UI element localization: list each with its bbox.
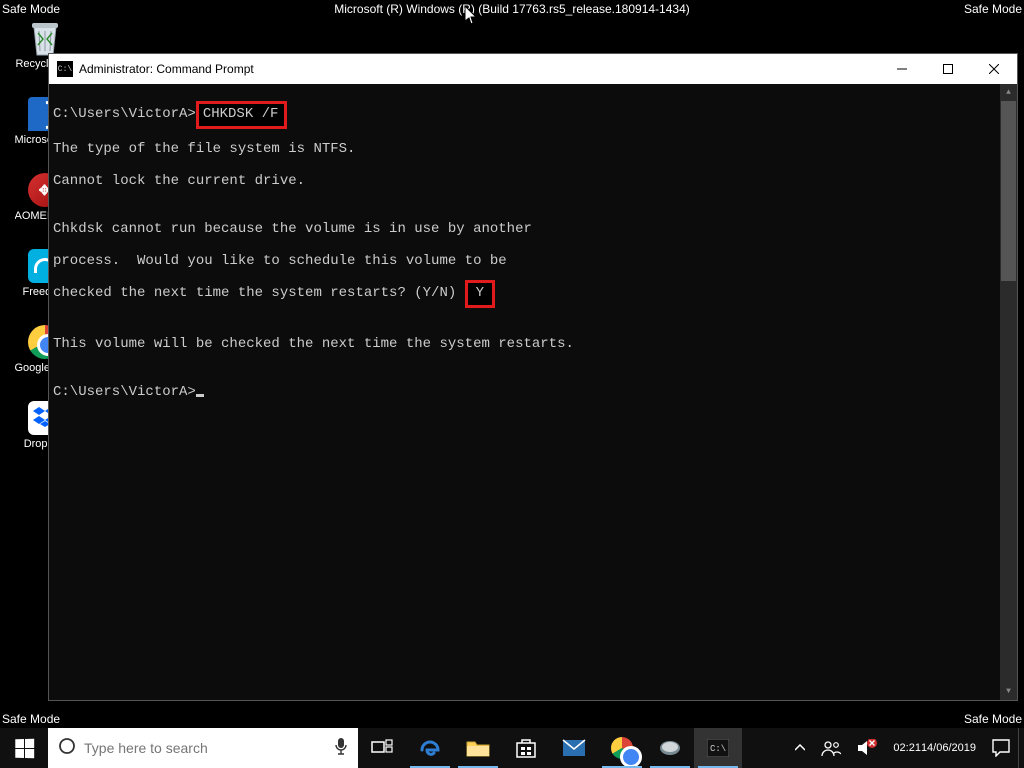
y-answer-highlight: Y: [465, 280, 495, 308]
store-icon: [515, 737, 537, 759]
taskbar-app-snip[interactable]: [646, 728, 694, 768]
tray-date: 14/06/2019: [921, 742, 976, 755]
task-view-button[interactable]: [358, 728, 406, 768]
show-desktop-button[interactable]: [1018, 728, 1024, 768]
start-button[interactable]: [0, 728, 48, 768]
scrollbar-thumb[interactable]: [1001, 101, 1016, 281]
taskbar-app-chrome[interactable]: [598, 728, 646, 768]
taskbar-app-cmd[interactable]: C:\: [694, 728, 742, 768]
close-button[interactable]: [971, 54, 1017, 84]
taskbar-app-edge[interactable]: [406, 728, 454, 768]
tray-people-icon[interactable]: [813, 728, 849, 768]
taskbar-app-mail[interactable]: [550, 728, 598, 768]
cmd-app-icon: C:\: [57, 61, 73, 77]
terminal-line: This volume will be checked the next tim…: [53, 336, 1013, 352]
windows-build-label: Microsoft (R) Windows (R) (Build 17763.r…: [334, 2, 690, 16]
windows-logo-icon: [15, 738, 34, 757]
task-view-icon: [371, 739, 393, 757]
tray-clock[interactable]: 02:21 14/06/2019: [885, 728, 984, 768]
trash-icon: [28, 19, 62, 57]
prompt-path: C:\Users\VictorA>: [53, 106, 196, 122]
chkdsk-command-highlight: CHKDSK /F: [196, 101, 288, 129]
search-input[interactable]: [84, 740, 358, 756]
chrome-icon: [611, 737, 633, 759]
terminal-output[interactable]: C:\Users\VictorA>CHKDSK /F The type of t…: [49, 84, 1017, 700]
tray-action-center-icon[interactable]: [984, 728, 1018, 768]
prompt-path: C:\Users\VictorA>: [53, 384, 196, 400]
window-titlebar[interactable]: C:\ Administrator: Command Prompt: [49, 54, 1017, 84]
taskbar-app-store[interactable]: [502, 728, 550, 768]
text-cursor: [196, 394, 204, 397]
window-title: Administrator: Command Prompt: [79, 62, 254, 76]
system-tray: 02:21 14/06/2019: [787, 728, 1024, 768]
taskbar: C:\ 02:21 14/06/2019: [0, 728, 1024, 768]
scroll-up-arrow-icon[interactable]: ▲: [1000, 84, 1017, 101]
safe-mode-top-right: Safe Mode: [964, 2, 1022, 16]
terminal-line: Chkdsk cannot run because the volume is …: [53, 221, 1013, 237]
tray-overflow-icon[interactable]: [787, 728, 813, 768]
safe-mode-bottom-right: Safe Mode: [964, 712, 1022, 726]
command-prompt-window: C:\ Administrator: Command Prompt C:\Use…: [48, 53, 1018, 701]
cmd-icon: C:\: [707, 739, 729, 757]
safe-mode-top-left: Safe Mode: [2, 2, 60, 16]
terminal-line: The type of the file system is NTFS.: [53, 141, 1013, 157]
terminal-line: process. Would you like to schedule this…: [53, 253, 1013, 269]
scroll-down-arrow-icon[interactable]: ▼: [1000, 683, 1017, 700]
tray-volume-icon[interactable]: [849, 728, 885, 768]
minimize-button[interactable]: [879, 54, 925, 84]
terminal-line: checked the next time the system restart…: [53, 285, 465, 301]
snipping-icon: [658, 738, 682, 758]
safe-mode-bottom-left: Safe Mode: [2, 712, 60, 726]
tray-time: 02:21: [893, 742, 921, 755]
vertical-scrollbar[interactable]: ▲ ▼: [1000, 84, 1017, 700]
microphone-icon[interactable]: [334, 737, 348, 760]
svg-text:C:\: C:\: [710, 744, 726, 754]
edge-icon: [418, 736, 442, 760]
cortana-circle-icon: [58, 737, 76, 760]
desktop-top-labels: Safe Mode Microsoft (R) Windows (R) (Bui…: [0, 0, 1024, 18]
maximize-button[interactable]: [925, 54, 971, 84]
mail-icon: [562, 739, 586, 757]
taskbar-app-explorer[interactable]: [454, 728, 502, 768]
taskbar-search[interactable]: [48, 728, 358, 768]
terminal-line: Cannot lock the current drive.: [53, 173, 1013, 189]
folder-icon: [466, 738, 490, 758]
